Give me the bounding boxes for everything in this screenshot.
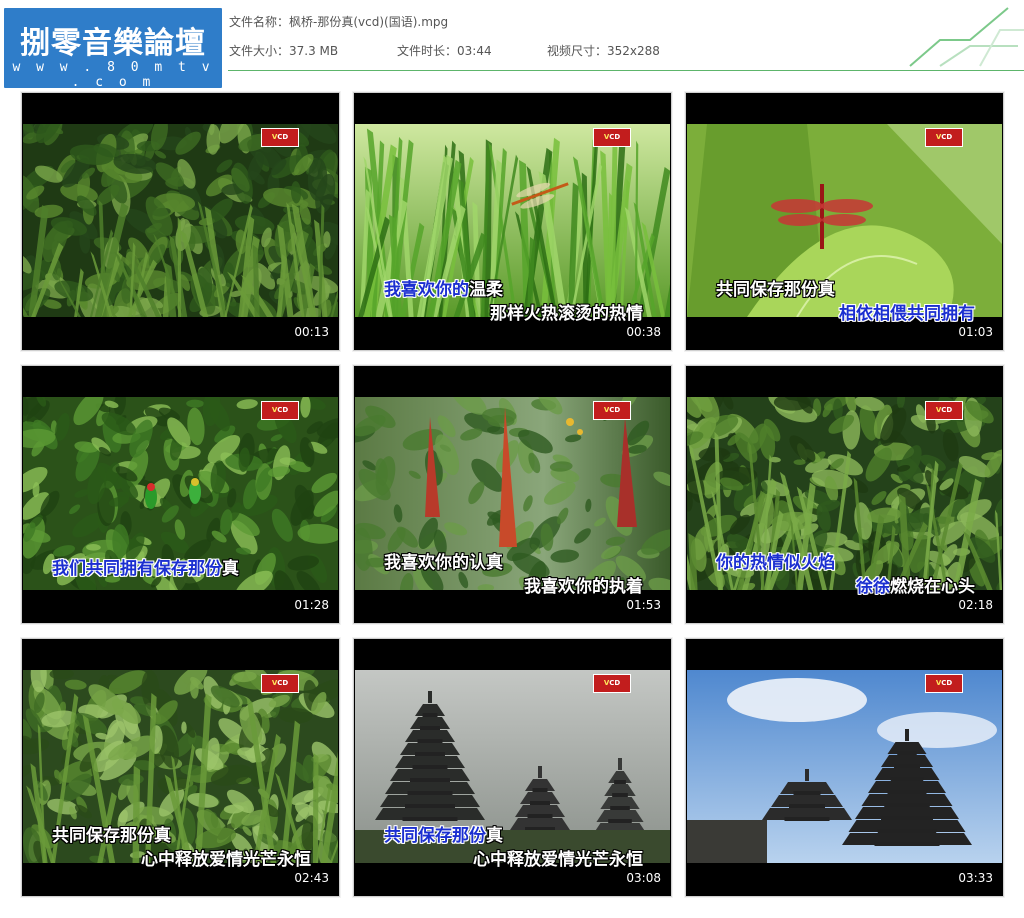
- channel-logo-icon: VCD: [925, 674, 963, 693]
- decoration-graphic: [909, 7, 1024, 67]
- lyric-segment: 心中释放爱情光芒永恒: [141, 850, 311, 870]
- video-size-value: 352x288: [607, 44, 660, 58]
- lyric-segment: 徐徐: [856, 577, 890, 597]
- lyric-segment: 燃烧在心头: [890, 577, 975, 597]
- lyric-segment: 共同保存那份真: [716, 280, 835, 300]
- lyric-segment: 我喜欢你的认真: [384, 553, 503, 573]
- logo-url: w w w . 8 0 m t v . c o m: [12, 60, 214, 90]
- timestamp-label: 02:18: [958, 598, 993, 612]
- file-name-label: 文件名称：: [229, 15, 290, 29]
- channel-logo-icon: VCD: [261, 674, 299, 693]
- timestamp-label: 01:28: [294, 598, 329, 612]
- channel-logo-icon: VCD: [593, 674, 631, 693]
- timestamp-label: 00:38: [626, 325, 661, 339]
- lyric-line: 共同保存那份真: [52, 821, 171, 846]
- video-size-row: 视频尺寸：352x288: [547, 42, 660, 59]
- timestamp-label: 00:13: [294, 325, 329, 339]
- lyric-segment: 我喜欢你的: [384, 280, 469, 300]
- video-thumbnail[interactable]: VCD 我们共同拥有保存那份真 01:28: [21, 365, 340, 624]
- lyric-line: 心中释放爱情光芒永恒: [141, 845, 311, 870]
- timestamp-label: 02:43: [294, 871, 329, 885]
- lyric-segment: 心中释放爱情光芒永恒: [473, 850, 643, 870]
- lyric-segment: 温柔: [469, 280, 503, 300]
- lyric-segment: 共同保存那份真: [52, 826, 171, 846]
- channel-logo-icon: VCD: [593, 401, 631, 420]
- video-thumbnail[interactable]: VCD 00:13: [21, 92, 340, 351]
- lyric-segment: 我喜欢你的执着: [524, 577, 643, 597]
- lyric-segment: 那样火热滚烫的热情: [490, 304, 643, 324]
- site-logo[interactable]: 捌零音樂論壇 w w w . 8 0 m t v . c o m: [4, 8, 222, 90]
- video-thumbnail[interactable]: VCD 我喜欢你的认真我喜欢你的执着 01:53: [353, 365, 672, 624]
- video-thumbnail[interactable]: VCD 共同保存那份真 相依相偎共同拥有 01:03: [685, 92, 1004, 351]
- lyric-line: 我喜欢你的温柔: [384, 275, 503, 300]
- video-thumbnail[interactable]: VCD 共同保存那份真心中释放爱情光芒永恒 02:43: [21, 638, 340, 897]
- lyric-line: 那样火热滚烫的热情: [490, 299, 643, 324]
- channel-logo-icon: VCD: [925, 128, 963, 147]
- lyric-line: 我们共同拥有保存那份真: [52, 554, 239, 579]
- duration-value: 03:44: [457, 44, 492, 58]
- timestamp-label: 01:53: [626, 598, 661, 612]
- lyric-segment: 共同保存那份: [384, 826, 486, 846]
- timestamp-label: 03:08: [626, 871, 661, 885]
- file-name-row: 文件名称：枫桥-那份真(vcd)(国语).mpg: [229, 13, 448, 30]
- timestamp-label: 01:03: [958, 325, 993, 339]
- lyric-segment: 真: [486, 826, 503, 846]
- video-thumbnail[interactable]: VCD 03:33: [685, 638, 1004, 897]
- lyric-segment: 我们共同拥有保存那份: [52, 559, 222, 579]
- channel-logo-icon: VCD: [593, 128, 631, 147]
- header: 捌零音樂論壇 w w w . 8 0 m t v . c o m 文件名称：枫桥…: [0, 0, 1024, 90]
- duration-label: 文件时长：: [397, 44, 458, 58]
- lyric-line: 我喜欢你的认真: [384, 548, 503, 573]
- video-thumbnail[interactable]: VCD 共同保存那份真心中释放爱情光芒永恒 03:08: [353, 638, 672, 897]
- lyric-line: 相依相偎共同拥有: [839, 299, 975, 324]
- file-size-label: 文件大小：: [229, 44, 290, 58]
- lyric-line: 心中释放爱情光芒永恒: [473, 845, 643, 870]
- duration-row: 文件时长：03:44: [397, 42, 492, 59]
- lyric-line: 你的热情似火焰: [716, 548, 835, 573]
- file-size-row: 文件大小：37.3 MB: [229, 42, 338, 59]
- lyric-line: 共同保存那份真: [384, 821, 503, 846]
- timestamp-label: 03:33: [958, 871, 993, 885]
- lyric-line: 我喜欢你的执着: [524, 572, 643, 597]
- file-size-value: 37.3 MB: [289, 44, 339, 58]
- channel-logo-icon: VCD: [925, 401, 963, 420]
- lyric-segment: 真: [222, 559, 239, 579]
- video-frame-image: [687, 670, 1002, 863]
- video-thumbnail[interactable]: VCD 你的热情似火焰徐徐燃烧在心头 02:18: [685, 365, 1004, 624]
- file-name-value: 枫桥-那份真(vcd)(国语).mpg: [289, 15, 449, 29]
- header-divider: [228, 70, 1024, 71]
- lyric-line: 共同保存那份真: [716, 275, 835, 300]
- lyric-segment: 你的热情似火焰: [716, 553, 835, 573]
- lyric-line: 徐徐燃烧在心头: [856, 572, 975, 597]
- channel-logo-icon: VCD: [261, 128, 299, 147]
- video-size-label: 视频尺寸：: [547, 44, 608, 58]
- video-thumbnail[interactable]: VCD 我喜欢你的温柔那样火热滚烫的热情 00:38: [353, 92, 672, 351]
- channel-logo-icon: VCD: [261, 401, 299, 420]
- video-frame-image: [23, 124, 338, 317]
- logo-title: 捌零音樂論壇: [20, 26, 206, 61]
- lyric-segment: 相依相偎共同拥有: [839, 304, 975, 324]
